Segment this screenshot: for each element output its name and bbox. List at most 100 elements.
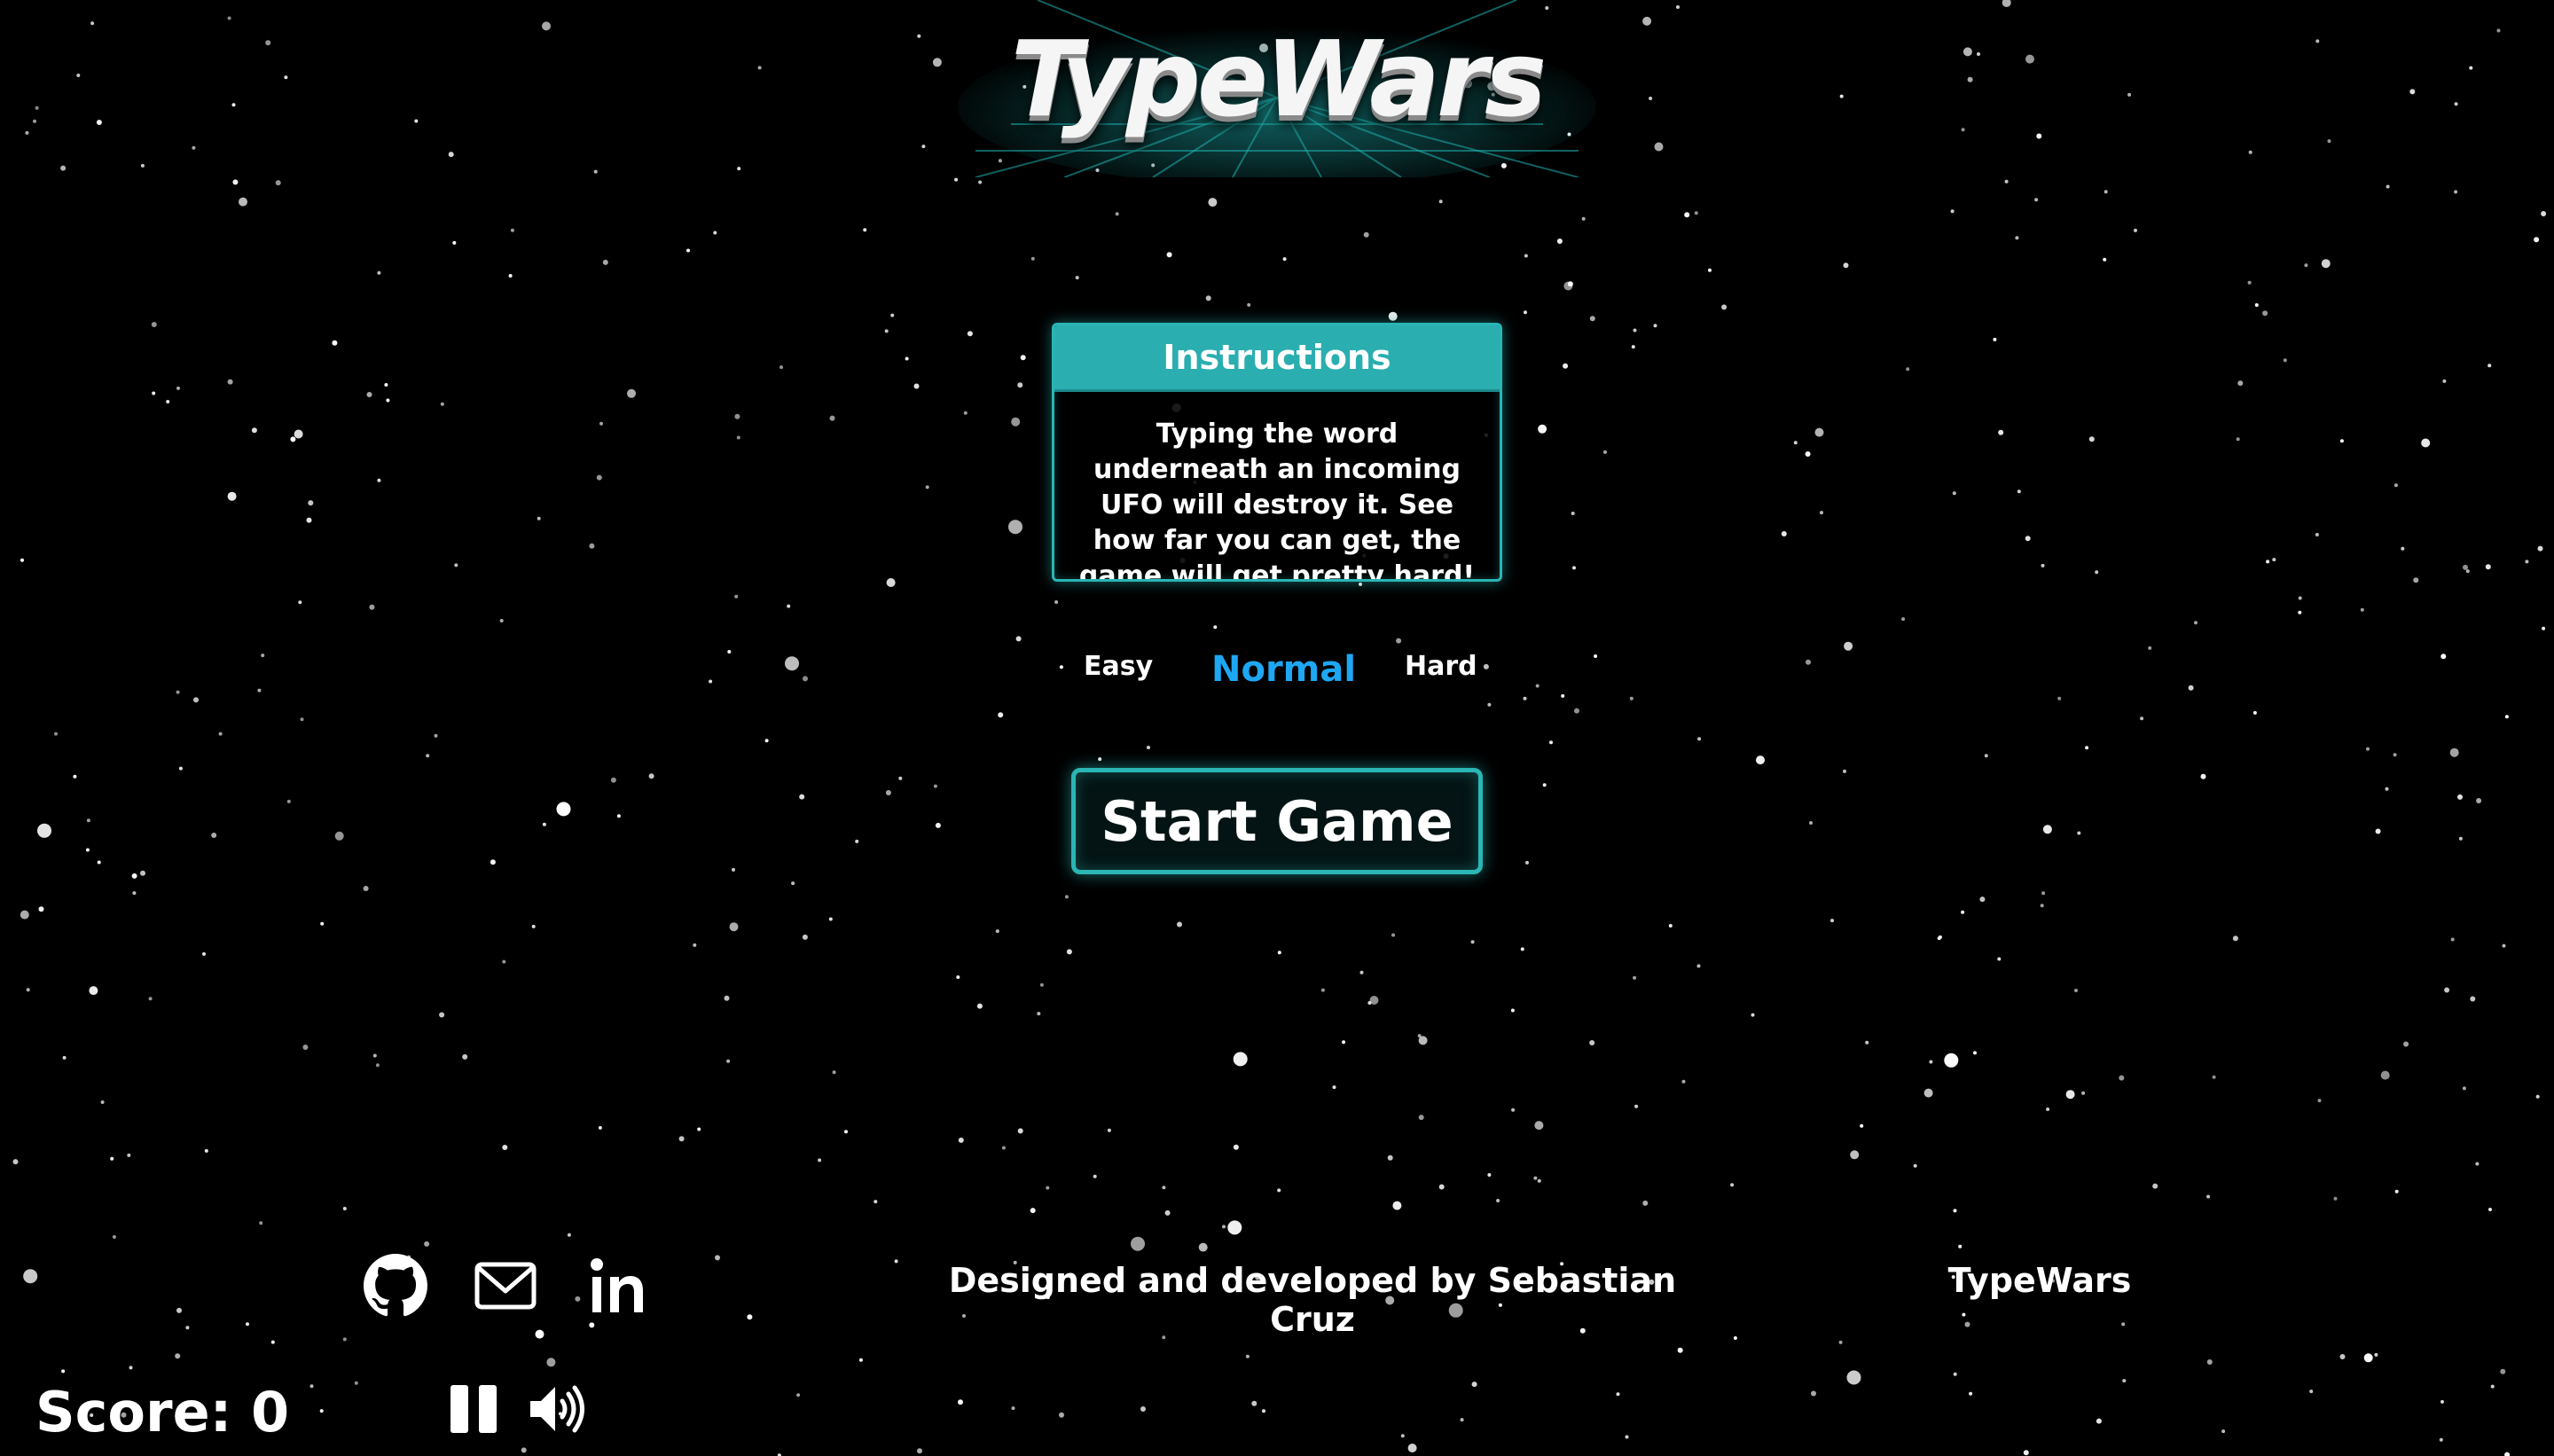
star	[1830, 919, 1834, 923]
star	[780, 365, 783, 370]
star	[2266, 560, 2270, 564]
star	[1694, 211, 1698, 215]
pause-icon[interactable]	[449, 1383, 500, 1435]
star	[2194, 621, 2198, 625]
star	[737, 167, 741, 171]
star	[921, 145, 926, 149]
star	[61, 1369, 66, 1374]
star	[2252, 710, 2257, 715]
star	[1958, 1244, 1963, 1249]
instructions-card: Instructions Typing the word underneath …	[1052, 323, 1502, 582]
star	[2534, 237, 2540, 243]
star	[275, 180, 281, 186]
star	[2237, 380, 2244, 387]
star	[2188, 685, 2194, 691]
star	[917, 1448, 922, 1454]
star	[998, 712, 1004, 718]
star	[1814, 427, 1824, 437]
star	[231, 103, 236, 107]
star	[319, 1409, 324, 1413]
star	[140, 163, 145, 168]
star	[192, 145, 196, 150]
star	[1549, 740, 1553, 745]
star	[535, 1329, 544, 1339]
star	[508, 274, 513, 278]
star	[175, 1353, 181, 1359]
star	[832, 1070, 836, 1075]
github-icon[interactable]	[364, 1254, 427, 1318]
star	[502, 959, 506, 964]
star	[1929, 1060, 1933, 1064]
star	[270, 1340, 275, 1344]
star	[86, 818, 90, 823]
star	[1977, 52, 1980, 56]
star	[1093, 1174, 1097, 1178]
start-game-button[interactable]: Start Game	[1071, 768, 1483, 874]
star	[2057, 696, 2062, 701]
star	[1510, 1008, 1515, 1013]
star	[732, 867, 735, 872]
star	[1030, 256, 1035, 261]
star	[354, 1381, 358, 1385]
difficulty-normal[interactable]: Normal	[1211, 649, 1356, 690]
star	[1107, 1128, 1111, 1132]
volume-icon[interactable]	[529, 1383, 587, 1435]
star	[510, 228, 514, 232]
star	[1697, 737, 1702, 741]
star	[2104, 190, 2108, 194]
star	[2236, 437, 2240, 442]
star	[490, 859, 496, 865]
star	[697, 1127, 701, 1131]
star	[2023, 1450, 2029, 1456]
star	[1751, 1013, 1755, 1017]
star	[2232, 935, 2238, 942]
star	[2449, 748, 2459, 757]
star	[1438, 200, 1443, 204]
difficulty-easy[interactable]: Easy	[1084, 651, 1153, 682]
star	[693, 943, 697, 947]
star	[294, 429, 303, 439]
star	[884, 329, 889, 333]
linkedin-icon[interactable]	[587, 1254, 651, 1318]
star	[73, 774, 77, 779]
star	[1400, 1434, 1405, 1438]
star	[2025, 536, 2031, 542]
star	[1020, 355, 1026, 361]
star	[2221, 1429, 2226, 1434]
mail-icon[interactable]	[474, 1254, 537, 1318]
star	[320, 921, 325, 926]
star	[1708, 268, 1712, 272]
star	[1969, 1391, 1973, 1396]
star	[85, 848, 90, 852]
star	[2041, 563, 2045, 568]
star	[1359, 582, 1362, 586]
star	[729, 922, 739, 932]
star	[1963, 47, 1972, 57]
star	[2017, 489, 2021, 494]
star	[2463, 564, 2468, 570]
star	[2025, 54, 2034, 64]
star	[2074, 989, 2078, 992]
star	[1359, 970, 1364, 975]
star	[1839, 94, 1844, 98]
difficulty-hard[interactable]: Hard	[1405, 651, 1477, 682]
star	[954, 177, 959, 182]
star	[917, 34, 921, 38]
star	[127, 1153, 131, 1157]
star	[1066, 949, 1072, 955]
star	[1037, 1012, 1041, 1016]
star	[1730, 1183, 1735, 1187]
star	[1574, 708, 1579, 714]
game-stage: TypeWars Instructions Typing the word un…	[0, 0, 2554, 1456]
star	[610, 777, 616, 783]
star	[602, 259, 608, 265]
star	[726, 1059, 731, 1063]
star	[995, 929, 999, 934]
star	[2496, 28, 2501, 33]
star	[1011, 1406, 1015, 1411]
star	[2442, 379, 2447, 383]
instructions-text: Typing the word underneath an incoming U…	[1078, 419, 1476, 582]
star	[1537, 1178, 1541, 1183]
star	[239, 197, 247, 207]
star	[1846, 1370, 1861, 1385]
